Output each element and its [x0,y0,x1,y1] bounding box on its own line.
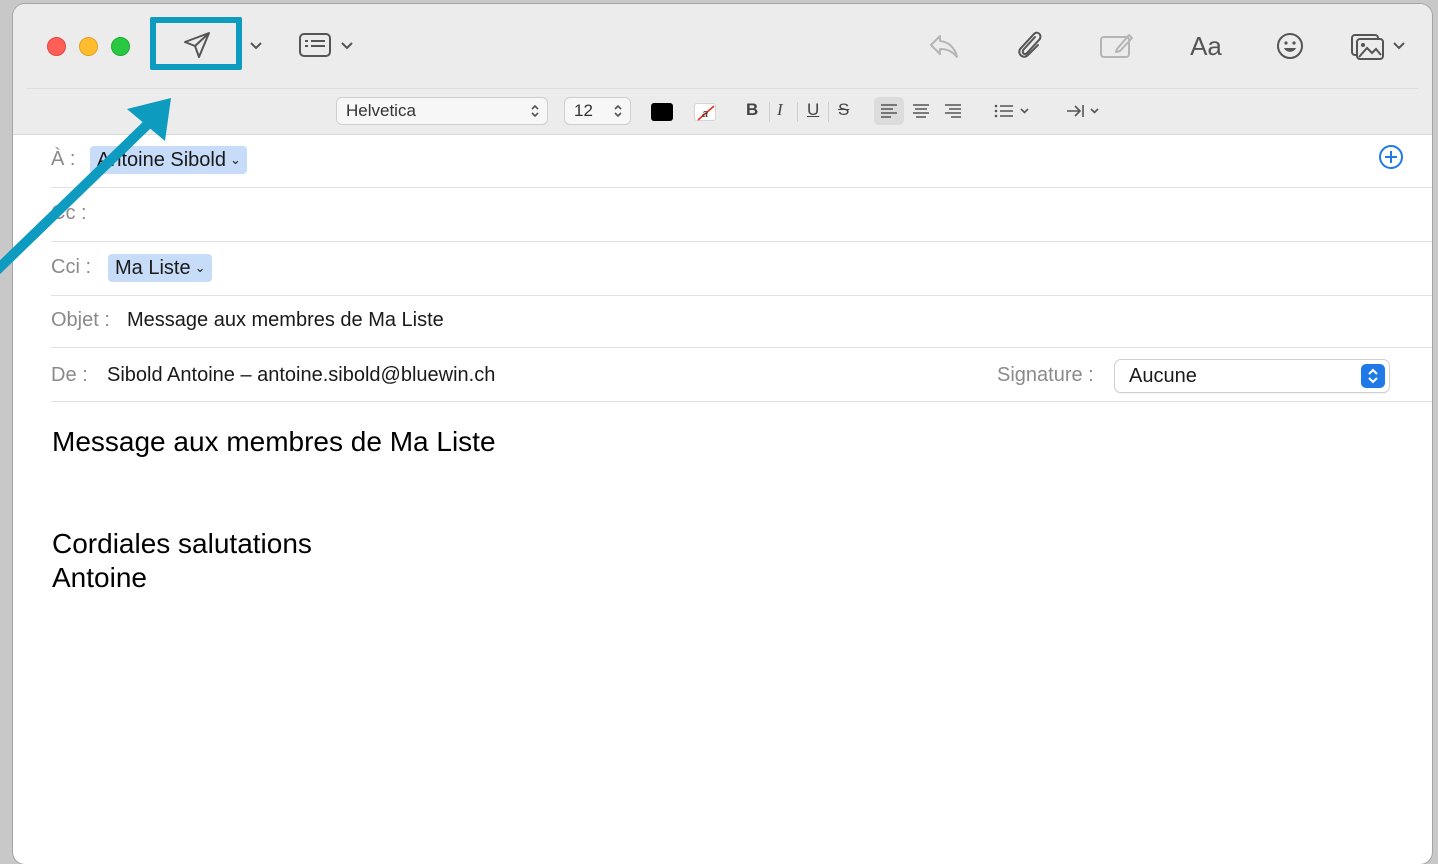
header-fields-button[interactable] [297,30,333,60]
text-color-well[interactable] [651,103,673,121]
photo-browser-chevron-icon[interactable] [1393,41,1405,50]
updown-chevron-icon [531,104,539,118]
format-text-icon: Aa [1190,30,1222,61]
photo-browser-button[interactable] [1348,29,1388,63]
format-separator [828,102,829,122]
close-window-button[interactable] [47,37,66,56]
body-line-3: Antoine [52,562,147,593]
body-line-1: Message aux membres de Ma Liste [52,426,496,457]
cc-row: Cc : [51,188,1432,242]
chevron-down-icon: ⌄ [194,260,206,275]
smiley-icon [1277,33,1303,59]
attach-button[interactable] [1012,27,1048,63]
format-separator [797,102,798,122]
reply-button[interactable] [925,29,963,63]
photo-icon [1351,34,1384,60]
chevron-down-icon: ⌄ [229,152,241,167]
updown-chevron-icon [614,104,622,118]
font-size-value: 12 [574,101,593,120]
bcc-recipient-name: Ma Liste [115,256,191,279]
to-recipient-name: Antoine Sibold [97,148,226,171]
indent-icon [1067,105,1099,117]
format-separator [769,102,770,122]
subject-label: Objet : [51,309,110,331]
signature-select[interactable]: Aucune [1114,359,1390,393]
signature-select-button [1361,364,1385,388]
paperclip-icon [1018,31,1042,58]
compose-window: Aa Helvetica 12 a B I U S À: Antoine Si… [13,4,1432,864]
bullet-list-icon [994,104,1029,118]
markup-button[interactable] [1098,29,1136,63]
message-body[interactable]: Message aux membres de Ma Liste Cordiale… [13,402,1432,864]
cc-input[interactable] [111,196,1412,232]
align-center-icon [913,104,929,118]
to-label: À : [51,148,76,170]
updown-chevron-icon [1368,368,1378,384]
toolbar: Aa Helvetica 12 a B I U S [13,4,1432,135]
bcc-row: Cci : Ma Liste ⌄ [51,242,1432,296]
font-family-value: Helvetica [346,101,416,120]
bold-button[interactable]: B [746,100,758,120]
header-fields-icon [299,33,331,57]
reply-arrow-icon [930,35,958,58]
markup-icon [1100,34,1133,58]
add-contact-icon[interactable] [1378,144,1404,170]
align-left-button[interactable] [874,97,904,125]
body-line-2: Cordiales salutations [52,528,312,559]
emoji-button[interactable] [1273,29,1307,63]
send-options-chevron-icon[interactable] [250,41,262,50]
align-right-icon [945,104,961,118]
bcc-recipient-token[interactable]: Ma Liste ⌄ [108,254,212,282]
align-center-button[interactable] [906,97,936,125]
to-row: À : Antoine Sibold ⌄ [51,134,1432,188]
subject-row: Objet : Message aux membres de Ma Liste [51,296,1432,348]
indent-button[interactable] [1063,97,1107,125]
align-right-button[interactable] [938,97,968,125]
toolbar-divider [27,88,1418,89]
svg-text:a: a [702,108,708,120]
format-text-button[interactable]: Aa [1181,28,1231,64]
strikethrough-button[interactable]: S [838,100,849,120]
no-highlight-icon: a [697,105,715,121]
minimize-window-button[interactable] [79,37,98,56]
from-label: De : [51,364,88,386]
from-select[interactable]: Sibold Antoine – antoine.sibold@bluewin.… [107,364,495,387]
send-highlight-box [150,17,242,70]
signature-value: Aucune [1129,365,1197,387]
subject-input[interactable]: Message aux membres de Ma Liste [127,309,444,332]
underline-button[interactable]: U [807,100,819,120]
font-family-select[interactable]: Helvetica [336,97,548,125]
highlight-color-well[interactable]: a [694,103,716,121]
list-style-button[interactable] [991,97,1035,125]
signature-label: Signature : [997,364,1094,386]
to-recipient-token[interactable]: Antoine Sibold ⌄ [90,146,247,174]
align-left-icon [881,104,897,118]
cc-label: Cc : [51,202,87,224]
bcc-label: Cci : [51,256,91,278]
header-fields-chevron-icon[interactable] [341,41,353,50]
zoom-window-button[interactable] [111,37,130,56]
font-size-select[interactable]: 12 [564,97,631,125]
italic-button[interactable]: I [777,100,783,120]
